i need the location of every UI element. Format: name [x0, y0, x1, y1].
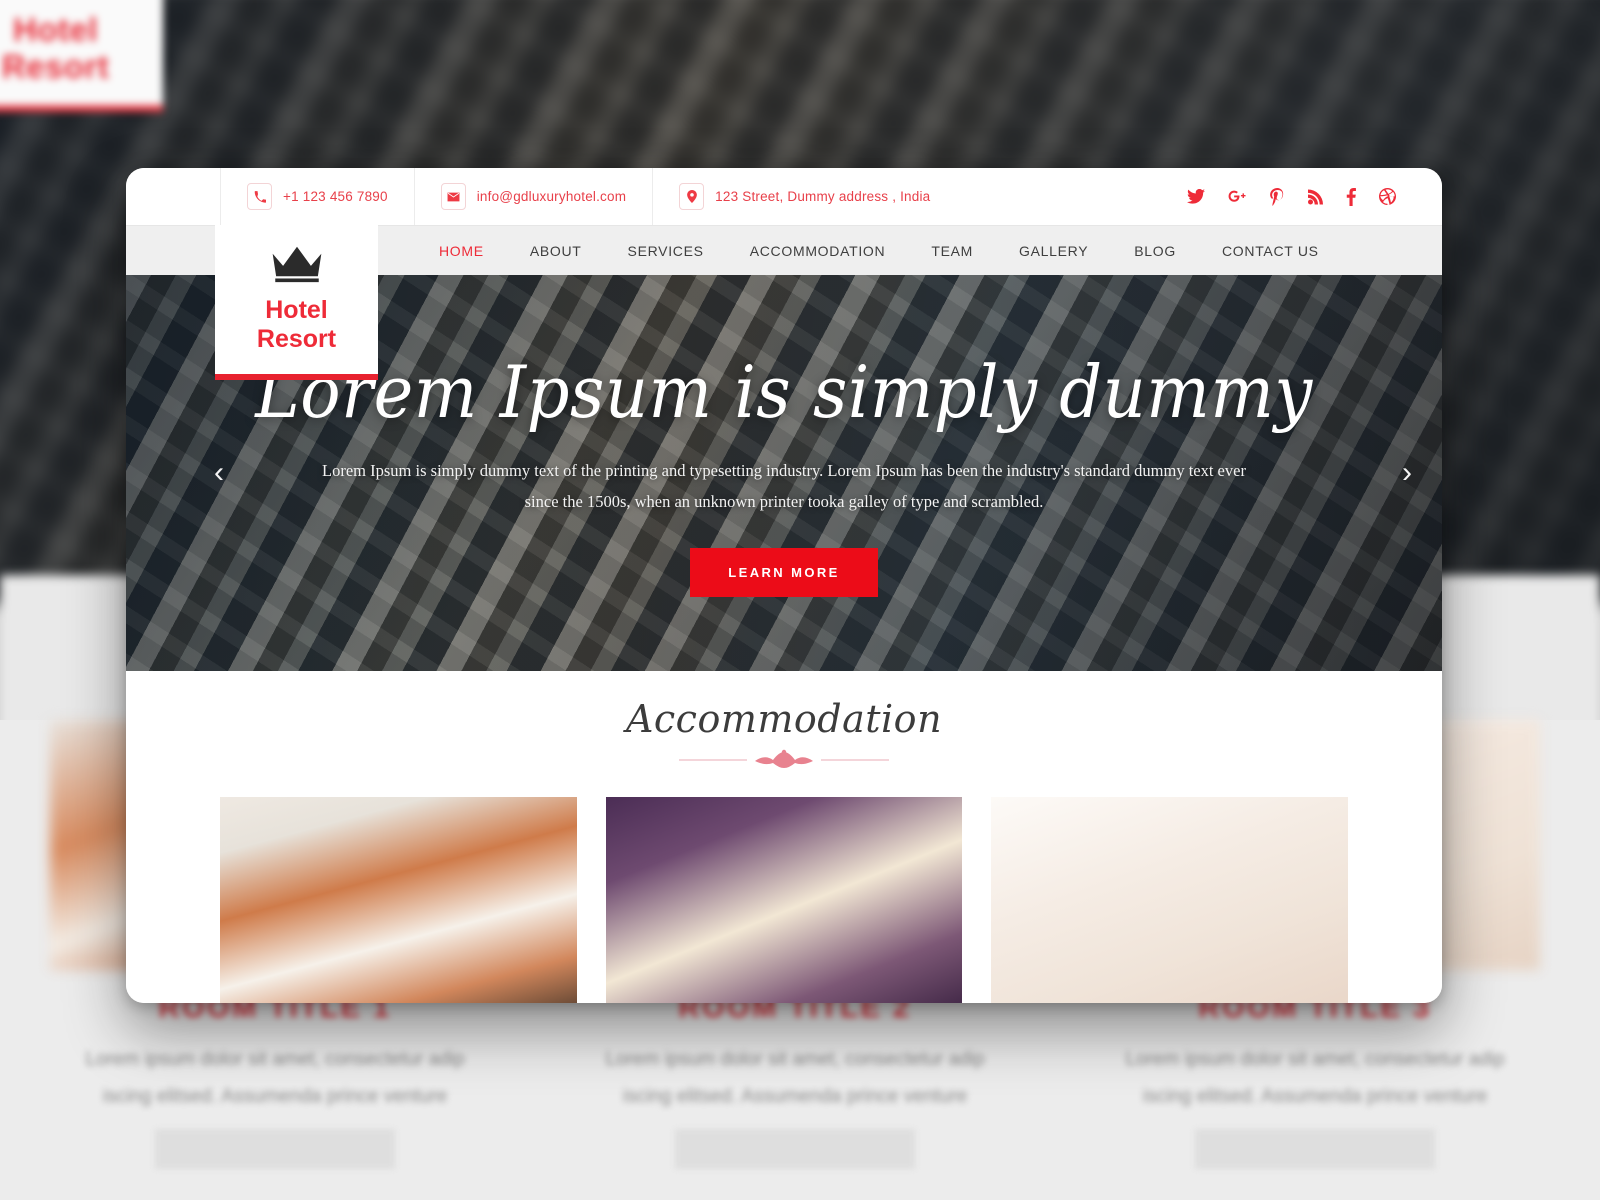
social-links [1187, 187, 1442, 206]
email-info[interactable]: info@gdluxuryhotel.com [413, 168, 652, 225]
background-room-desc: Lorem ipsum dolor sit amet, consectetur … [50, 1041, 500, 1115]
phone-number: +1 123 456 7890 [283, 189, 388, 204]
room-image [605, 797, 963, 1003]
twitter-icon[interactable] [1187, 189, 1205, 204]
accommodation-heading: Accommodation [625, 697, 943, 741]
facebook-icon[interactable] [1346, 187, 1356, 206]
logo-line-2: Resort [256, 324, 337, 353]
room-list: ROOM TITLE 1 ROOM TITLE 2 ROOM TITLE 3 [126, 771, 1442, 1003]
accommodation-section: Accommodation ROOM TITLE 1 ROOM TITLE 2 … [126, 671, 1442, 1003]
email-address: info@gdluxuryhotel.com [476, 189, 627, 204]
background-logo-card: Hotel Resort [0, 0, 163, 112]
envelope-icon [440, 183, 466, 210]
dribbble-icon[interactable] [1379, 188, 1396, 205]
location-pin-icon [679, 183, 705, 210]
background-room-desc: Lorem ipsum dolor sit amet, consectetur … [570, 1041, 1020, 1115]
room-card[interactable]: ROOM TITLE 1 [220, 797, 577, 1003]
background-room-button [675, 1129, 915, 1170]
background-room-desc-line1: Lorem ipsum dolor sit amet, consectetur … [605, 1049, 985, 1070]
phone-icon [247, 183, 272, 210]
crown-icon [272, 246, 321, 283]
room-card[interactable]: ROOM TITLE 3 [991, 797, 1349, 1003]
ornamental-divider [679, 749, 889, 771]
logo-line-1: Hotel [265, 296, 328, 324]
carousel-prev-arrow[interactable]: ‹ [214, 458, 224, 488]
background-room-desc-line1: Lorem ipsum dolor sit amet, consectetur … [1125, 1049, 1505, 1070]
learn-more-button[interactable]: LEARN MORE [690, 547, 878, 597]
nav-item-gallery[interactable]: GALLERY [996, 243, 1111, 259]
carousel-next-arrow[interactable]: › [1402, 458, 1412, 488]
rss-icon[interactable] [1308, 189, 1323, 205]
background-room-button [155, 1129, 395, 1170]
address-info[interactable]: 123 Street, Dummy address , India [652, 168, 956, 225]
nav-item-accommodation[interactable]: ACCOMMODATION [727, 243, 909, 259]
nav-item-services[interactable]: SERVICES [605, 243, 727, 259]
phone-info[interactable]: +1 123 456 7890 [220, 168, 414, 225]
background-room-button [1195, 1129, 1435, 1170]
google-plus-icon[interactable] [1228, 189, 1247, 204]
website-preview-card: +1 123 456 7890 info@gdluxuryhotel.com 1… [126, 168, 1442, 1003]
nav-item-team[interactable]: TEAM [908, 243, 996, 259]
nav-item-contact-us[interactable]: CONTACT US [1199, 243, 1342, 259]
background-room-desc-line1: Lorem ipsum dolor sit amet, consectetur … [85, 1049, 465, 1070]
hero-subtitle: Lorem Ipsum is simply dummy text of the … [322, 461, 1246, 511]
top-info-bar: +1 123 456 7890 info@gdluxuryhotel.com 1… [126, 168, 1442, 225]
nav-item-home[interactable]: HOME [416, 243, 507, 259]
background-room-desc-line2: iscing elitsed. Assumenda prince venture [1142, 1086, 1488, 1108]
background-room-desc-line2: iscing elitsed. Assumenda prince venture [622, 1086, 968, 1108]
hero-title: Lorem Ipsum is simply dummy [255, 350, 1313, 435]
site-logo[interactable]: Hotel Resort [215, 225, 378, 380]
background-logo-line1: Hotel [13, 11, 98, 48]
background-room-desc-line2: iscing elitsed. Assumenda prince venture [102, 1086, 448, 1108]
room-image [991, 797, 1349, 1003]
background-logo-line2: Resort [1, 47, 110, 85]
room-card[interactable]: ROOM TITLE 2 [605, 797, 963, 1003]
room-image [220, 797, 577, 1003]
nav-item-blog[interactable]: BLOG [1111, 243, 1199, 259]
pinterest-icon[interactable] [1270, 187, 1285, 206]
street-address: 123 Street, Dummy address , India [715, 189, 931, 204]
background-room-desc: Lorem ipsum dolor sit amet, consectetur … [1090, 1041, 1540, 1115]
nav-item-about[interactable]: ABOUT [507, 243, 605, 259]
